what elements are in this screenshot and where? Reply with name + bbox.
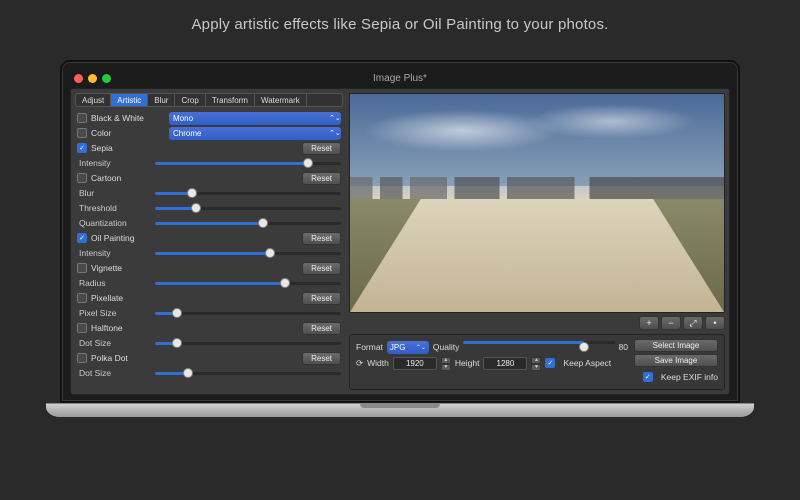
sepia-reset-button[interactable]: Reset — [302, 142, 341, 155]
tab-watermark[interactable]: Watermark — [255, 94, 307, 106]
tab-blur[interactable]: Blur — [148, 94, 175, 106]
polka-checkbox[interactable] — [77, 353, 87, 363]
width-field[interactable]: 1920 — [393, 357, 437, 370]
chevron-updown-icon: ⌃⌄ — [329, 129, 337, 137]
bw-label: Black & White — [91, 113, 169, 123]
color-checkbox[interactable] — [77, 128, 87, 138]
effect-tabbar: Adjust Artistic Blur Crop Transform Wate… — [75, 93, 343, 107]
cartoon-label: Cartoon — [91, 173, 169, 183]
tab-artistic[interactable]: Artistic — [111, 94, 148, 106]
keep-aspect-checkbox[interactable]: ✓ — [545, 358, 555, 368]
sepia-intensity-slider[interactable] — [155, 157, 341, 169]
tab-transform[interactable]: Transform — [206, 94, 255, 106]
zoom-out-button[interactable]: − — [661, 316, 681, 330]
polka-reset-button[interactable]: Reset — [302, 352, 341, 365]
vignette-reset-button[interactable]: Reset — [302, 262, 341, 275]
cartoon-threshold-label: Threshold — [77, 203, 155, 213]
tab-crop[interactable]: Crop — [175, 94, 205, 106]
halftone-reset-button[interactable]: Reset — [302, 322, 341, 335]
halftone-dot-label: Dot Size — [77, 338, 155, 348]
oil-intensity-label: Intensity — [77, 248, 155, 258]
format-value: JPG — [390, 343, 406, 352]
zoom-in-button[interactable]: + — [639, 316, 659, 330]
cartoon-quant-slider[interactable] — [155, 217, 341, 229]
tab-adjust[interactable]: Adjust — [76, 94, 111, 106]
cartoon-threshold-slider[interactable] — [155, 202, 341, 214]
window-title: Image Plus* — [70, 73, 730, 84]
pixellate-label: Pixellate — [91, 293, 169, 303]
cartoon-checkbox[interactable] — [77, 173, 87, 183]
height-label: Height — [455, 358, 480, 368]
cartoon-blur-label: Blur — [77, 188, 155, 198]
zoom-actual-button[interactable]: • — [705, 316, 725, 330]
format-select[interactable]: JPG ⌃⌄ — [387, 341, 429, 354]
cartoon-reset-button[interactable]: Reset — [302, 172, 341, 185]
quality-slider[interactable] — [463, 341, 614, 353]
sepia-checkbox[interactable]: ✓ — [77, 143, 87, 153]
sepia-intensity-label: Intensity — [77, 158, 155, 168]
color-preset-value: Chrome — [173, 129, 201, 138]
image-preview[interactable] — [349, 93, 725, 313]
width-stepper[interactable]: ▲▼ — [441, 357, 451, 370]
format-label: Format — [356, 342, 383, 352]
oil-reset-button[interactable]: Reset — [302, 232, 341, 245]
keep-aspect-label: Keep Aspect — [563, 358, 611, 368]
sepia-label: Sepia — [91, 143, 169, 153]
select-image-button[interactable]: Select Image — [634, 339, 718, 352]
vignette-label: Vignette — [91, 263, 169, 273]
height-field[interactable]: 1280 — [483, 357, 527, 370]
laptop-frame: Image Plus* Adjust Artistic Blur Crop Tr… — [60, 60, 740, 417]
color-label: Color — [91, 128, 169, 138]
halftone-label: Halftone — [91, 323, 169, 333]
rotate-icon[interactable]: ⟳ — [356, 358, 363, 369]
halftone-dot-slider[interactable] — [155, 337, 341, 349]
polka-dot-slider[interactable] — [155, 367, 341, 379]
chevron-updown-icon: ⌃⌄ — [416, 344, 426, 351]
pixellate-reset-button[interactable]: Reset — [302, 292, 341, 305]
halftone-checkbox[interactable] — [77, 323, 87, 333]
pixellate-size-label: Pixel Size — [77, 308, 155, 318]
keep-exif-checkbox[interactable]: ✓ — [643, 372, 653, 382]
marketing-tagline: Apply artistic effects like Sepia or Oil… — [0, 0, 800, 45]
quality-value: 80 — [619, 342, 628, 352]
laptop-base — [46, 403, 754, 417]
color-preset-select[interactable]: Chrome ⌃⌄ — [169, 127, 341, 140]
bw-checkbox[interactable] — [77, 113, 87, 123]
oil-intensity-slider[interactable] — [155, 247, 341, 259]
chevron-updown-icon: ⌃⌄ — [329, 114, 337, 122]
save-image-button[interactable]: Save Image — [634, 354, 718, 367]
vignette-radius-label: Radius — [77, 278, 155, 288]
vignette-radius-slider[interactable] — [155, 277, 341, 289]
bw-preset-select[interactable]: Mono ⌃⌄ — [169, 112, 341, 125]
height-stepper[interactable]: ▲▼ — [531, 357, 541, 370]
oil-label: Oil Painting — [91, 233, 169, 243]
pixellate-checkbox[interactable] — [77, 293, 87, 303]
cartoon-quant-label: Quantization — [77, 218, 155, 228]
bw-preset-value: Mono — [173, 114, 193, 123]
vignette-checkbox[interactable] — [77, 263, 87, 273]
cartoon-blur-slider[interactable] — [155, 187, 341, 199]
polka-dot-label: Dot Size — [77, 368, 155, 378]
keep-exif-label: Keep EXIF info — [661, 372, 718, 382]
width-label: Width — [367, 358, 389, 368]
window-titlebar: Image Plus* — [70, 70, 730, 86]
zoom-fit-button[interactable]: ⤢ — [683, 316, 703, 330]
oil-checkbox[interactable]: ✓ — [77, 233, 87, 243]
quality-label: Quality — [433, 342, 459, 352]
pixellate-size-slider[interactable] — [155, 307, 341, 319]
polka-label: Polka Dot — [91, 353, 169, 363]
